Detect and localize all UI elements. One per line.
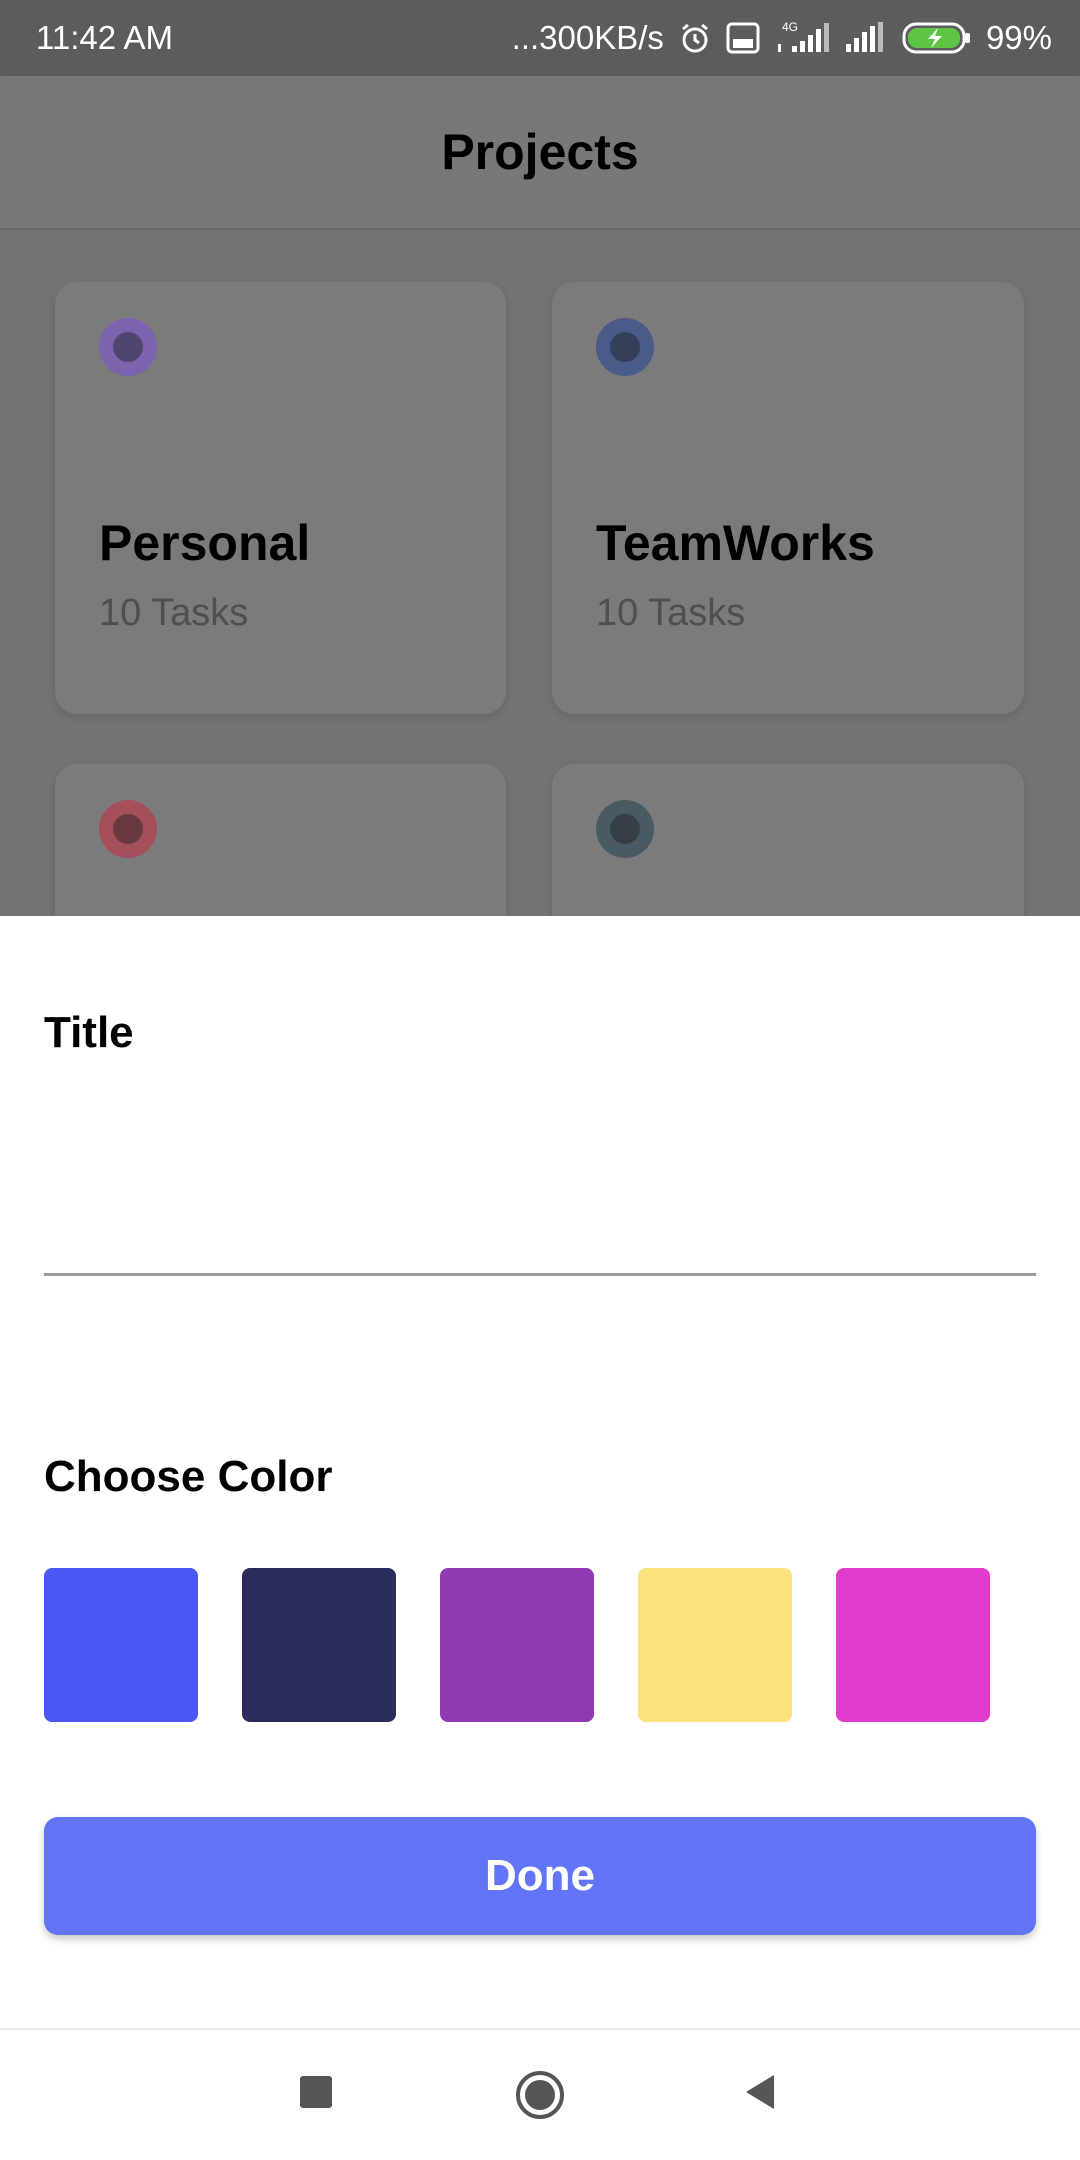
color-swatch-yellow[interactable] [638, 1568, 792, 1722]
battery-charging-icon [902, 20, 972, 56]
project-task-count: 10 Tasks [99, 592, 249, 634]
project-title: TeamWorks [596, 515, 875, 571]
choose-color-label: Choose Color [44, 1452, 333, 1501]
network-type: 4G [782, 20, 798, 34]
app-bar: Projects [0, 76, 1080, 230]
projects-grid: Personal 10 Tasks TeamWorks 10 Tasks [0, 230, 1080, 916]
color-swatch-navy[interactable] [242, 1568, 396, 1722]
project-task-count: 10 Tasks [596, 592, 746, 634]
project-color-dot [596, 318, 654, 376]
project-card-personal[interactable]: Personal 10 Tasks [55, 282, 506, 714]
done-button[interactable]: Done [44, 1817, 1036, 1935]
volte-icon [726, 21, 760, 55]
color-swatch-blue[interactable] [44, 1568, 198, 1722]
project-card-fourth[interactable] [552, 764, 1024, 916]
title-label: Title [44, 1008, 134, 1057]
status-time: 11:42 AM [36, 19, 173, 56]
project-card-teamworks[interactable]: TeamWorks 10 Tasks [552, 282, 1024, 714]
back-icon[interactable] [740, 2072, 780, 2117]
project-card-third[interactable] [55, 764, 506, 916]
new-project-sheet: Title Choose Color Done [0, 916, 1080, 2028]
project-title: Personal [99, 515, 311, 571]
network-speed: ...300KB/s [511, 19, 664, 56]
signal-icon: 4G [774, 20, 830, 56]
color-swatch-magenta[interactable] [836, 1568, 990, 1722]
alarm-icon [678, 21, 712, 55]
recent-apps-icon[interactable] [296, 2072, 336, 2117]
status-indicators: ...300KB/s 4G 99% [512, 19, 1052, 57]
page-title: Projects [441, 124, 639, 180]
color-swatch-purple[interactable] [440, 1568, 594, 1722]
battery-level: 99% [985, 19, 1052, 56]
signal-icon-2 [844, 20, 888, 56]
navigation-bar [0, 2028, 1080, 2160]
project-color-dot [99, 800, 157, 858]
title-input[interactable] [44, 1086, 1036, 1276]
home-icon[interactable] [514, 2069, 566, 2126]
project-color-dot [99, 318, 157, 376]
status-bar: 11:42 AM ...300KB/s 4G 99% [0, 0, 1080, 76]
project-color-dot [596, 800, 654, 858]
